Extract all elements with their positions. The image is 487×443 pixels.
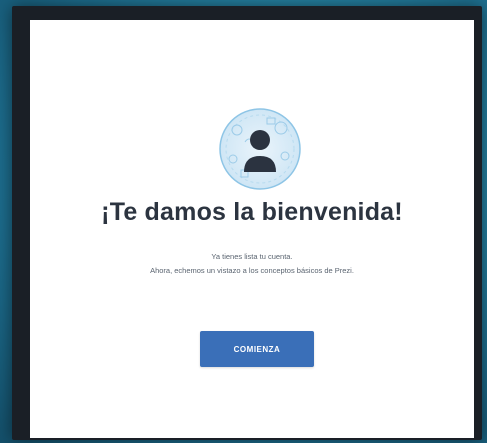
start-button[interactable]: COMIENZA (200, 331, 314, 367)
user-avatar-icon (215, 104, 305, 194)
welcome-dialog: ¡Te damos la bienvenida! Ya tienes lista… (30, 20, 474, 438)
welcome-title: ¡Te damos la bienvenida! (101, 198, 403, 226)
intro-text: Ahora, echemos un vistazo a los concepto… (150, 266, 354, 275)
account-ready-text: Ya tienes lista tu cuenta. (211, 252, 293, 261)
